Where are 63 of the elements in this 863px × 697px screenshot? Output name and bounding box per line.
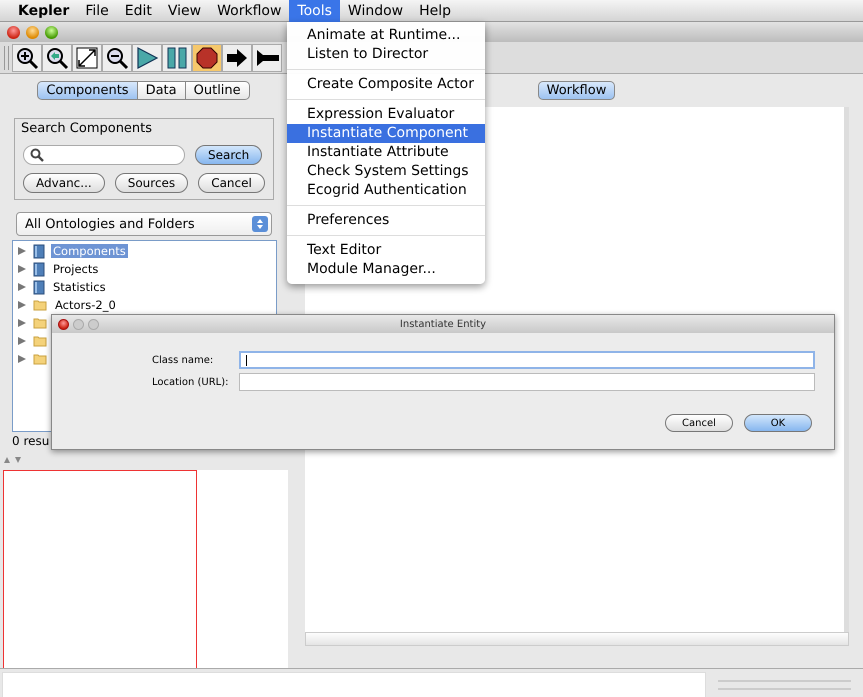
zoom-out-button[interactable] [102,44,132,72]
menu-item[interactable]: Instantiate Attribute [287,143,485,162]
arrow-button[interactable] [252,44,282,72]
search-button[interactable]: Search [195,145,262,165]
panel-tab[interactable]: Data [136,81,186,100]
field-label: Location (URL): [152,376,230,388]
folder-icon [33,353,47,365]
input-field[interactable] [239,351,815,369]
group-title: Search Components [21,121,152,136]
zoom-reset-button[interactable] [42,44,72,72]
ok-button[interactable]: OK [744,414,812,432]
search-field[interactable] [23,145,185,165]
menu-item[interactable]: Module Manager... [287,260,485,279]
menu-item[interactable]: Listen to Director [287,45,485,64]
menu-item[interactable]: Instantiate Component [287,124,485,143]
dialog-title: Instantiate Entity [400,318,486,330]
book-icon [33,244,45,258]
panel-tab[interactable]: Outline [184,81,250,100]
arrow-button[interactable] [222,44,252,72]
stop-button[interactable] [192,44,222,72]
menu-title[interactable]: Kepler [8,0,78,22]
menu-title[interactable]: Window [340,0,412,22]
close-button[interactable] [7,26,20,38]
menu-item[interactable]: Create Composite Actor [287,75,485,94]
ontology-dropdown[interactable]: All Ontologies and Folders [16,212,272,236]
menu-item[interactable]: Animate at Runtime... [287,26,485,45]
menu-item[interactable]: Expression Evaluator [287,105,485,124]
close-button[interactable] [58,318,69,330]
field-label: Class name: [152,354,214,366]
book-icon [33,280,45,294]
menu-title[interactable]: Workflow [209,0,290,22]
tree-item[interactable]: Projects [51,262,100,276]
search-option-button[interactable]: Cancel [198,173,265,193]
folder-icon [33,335,47,347]
zoom-button[interactable] [45,26,58,38]
menu-item[interactable]: Preferences [287,211,485,230]
search-option-button[interactable]: Sources [114,173,188,193]
tree-item[interactable]: Statistics [51,280,108,294]
menu-title[interactable]: View [160,0,210,22]
workflow-tab[interactable]: Workflow [538,81,616,100]
menu-title[interactable]: Tools [289,0,340,22]
dropdown-arrows-icon [252,216,268,232]
menu-item[interactable]: Ecogrid Authentication [287,181,485,200]
search-option-button[interactable]: Advanc... [23,173,105,193]
cancel-button[interactable]: Cancel [665,414,733,432]
folder-icon [33,317,47,329]
menu-item[interactable]: Check System Settings [287,162,485,181]
zoom-in-button[interactable] [12,44,42,72]
input-field[interactable] [239,373,815,391]
panel-tab[interactable]: Components [37,81,138,100]
horizontal-scrollbar[interactable] [305,632,849,646]
fit-button[interactable] [72,44,102,72]
search-icon [30,148,44,162]
result-count: 0 resu [12,433,50,450]
tree-item[interactable]: Actors-2_0 [53,298,118,312]
menu-title[interactable]: File [77,0,117,22]
book-icon [33,262,45,276]
menu-title[interactable]: Edit [116,0,160,22]
folder-icon [33,299,47,311]
menu-title[interactable]: Help [411,0,460,22]
play-button[interactable] [132,44,162,72]
menu-item[interactable]: Text Editor [287,241,485,260]
pause-button[interactable] [162,44,192,72]
